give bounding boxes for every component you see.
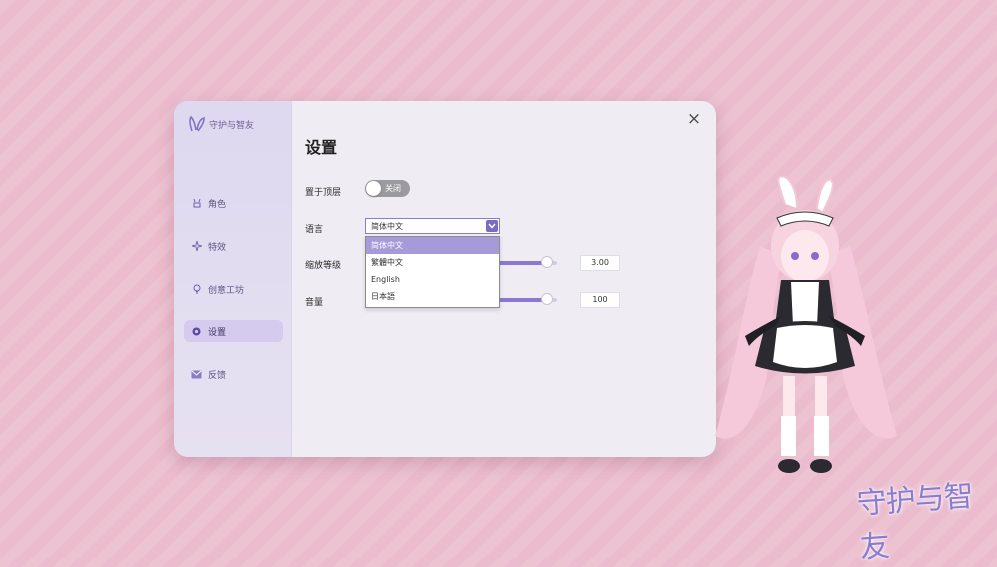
app-title-watermark: 守护与智友: [855, 478, 974, 566]
settings-content: × 设置 置于顶层 关闭 语言 简体中文 缩放等级 3.00 音量 100 简体…: [292, 101, 716, 457]
language-select[interactable]: 简体中文: [365, 218, 500, 234]
sidebar-item-character[interactable]: 角色: [184, 192, 283, 214]
language-option[interactable]: 日本語: [366, 288, 499, 305]
sidebar-item-label: 特效: [208, 242, 227, 253]
sidebar-item-settings[interactable]: 设置: [184, 320, 283, 342]
language-option[interactable]: English: [366, 271, 499, 288]
sidebar-item-workshop[interactable]: 创意工坊: [184, 278, 283, 300]
zoom-label: 缩放等级: [305, 261, 342, 271]
sidebar-item-label: 创意工坊: [208, 285, 245, 296]
always-on-top-label: 置于顶层: [305, 188, 342, 198]
rabbit-ears-logo-icon: [188, 116, 206, 132]
page-title: 设置: [305, 138, 338, 157]
language-option[interactable]: 简体中文: [366, 237, 499, 254]
slider-thumb[interactable]: [541, 293, 553, 305]
toggle-state-text: 关闭: [385, 184, 401, 193]
sparkle-icon: [191, 241, 202, 252]
character-icon: [191, 198, 202, 209]
sidebar-item-label: 反馈: [208, 370, 227, 381]
maid-bunny-girl-character-image: [705, 175, 905, 495]
chevron-down-icon: [486, 220, 498, 232]
sidebar-item-feedback[interactable]: 反馈: [184, 363, 283, 385]
language-dropdown: 简体中文 繁體中文 English 日本語: [365, 236, 500, 308]
settings-window: 守护与智友 角色 特效 创意工坊 设置 反馈 × 设置 置于顶层 关闭 语言 简…: [174, 101, 716, 457]
mail-icon: [191, 369, 202, 380]
lightbulb-icon: [191, 284, 202, 295]
brand: 守护与智友: [188, 116, 254, 132]
volume-value-input[interactable]: 100: [580, 292, 620, 308]
sidebar-item-effects[interactable]: 特效: [184, 235, 283, 257]
slider-thumb[interactable]: [541, 256, 553, 268]
close-icon: ×: [686, 109, 702, 129]
sidebar: 守护与智友 角色 特效 创意工坊 设置 反馈: [174, 101, 292, 457]
close-button[interactable]: ×: [686, 109, 702, 129]
sidebar-item-label: 角色: [208, 199, 227, 210]
zoom-value-input[interactable]: 3.00: [580, 255, 620, 271]
language-select-value: 简体中文: [371, 222, 403, 231]
language-option[interactable]: 繁體中文: [366, 254, 499, 271]
volume-label: 音量: [305, 298, 324, 308]
always-on-top-toggle[interactable]: 关闭: [365, 180, 410, 197]
toggle-knob: [366, 181, 381, 196]
app-name: 守护与智友: [209, 120, 255, 131]
settings-gear-icon: [191, 326, 202, 337]
language-label: 语言: [305, 225, 324, 235]
sidebar-item-label: 设置: [208, 327, 227, 338]
